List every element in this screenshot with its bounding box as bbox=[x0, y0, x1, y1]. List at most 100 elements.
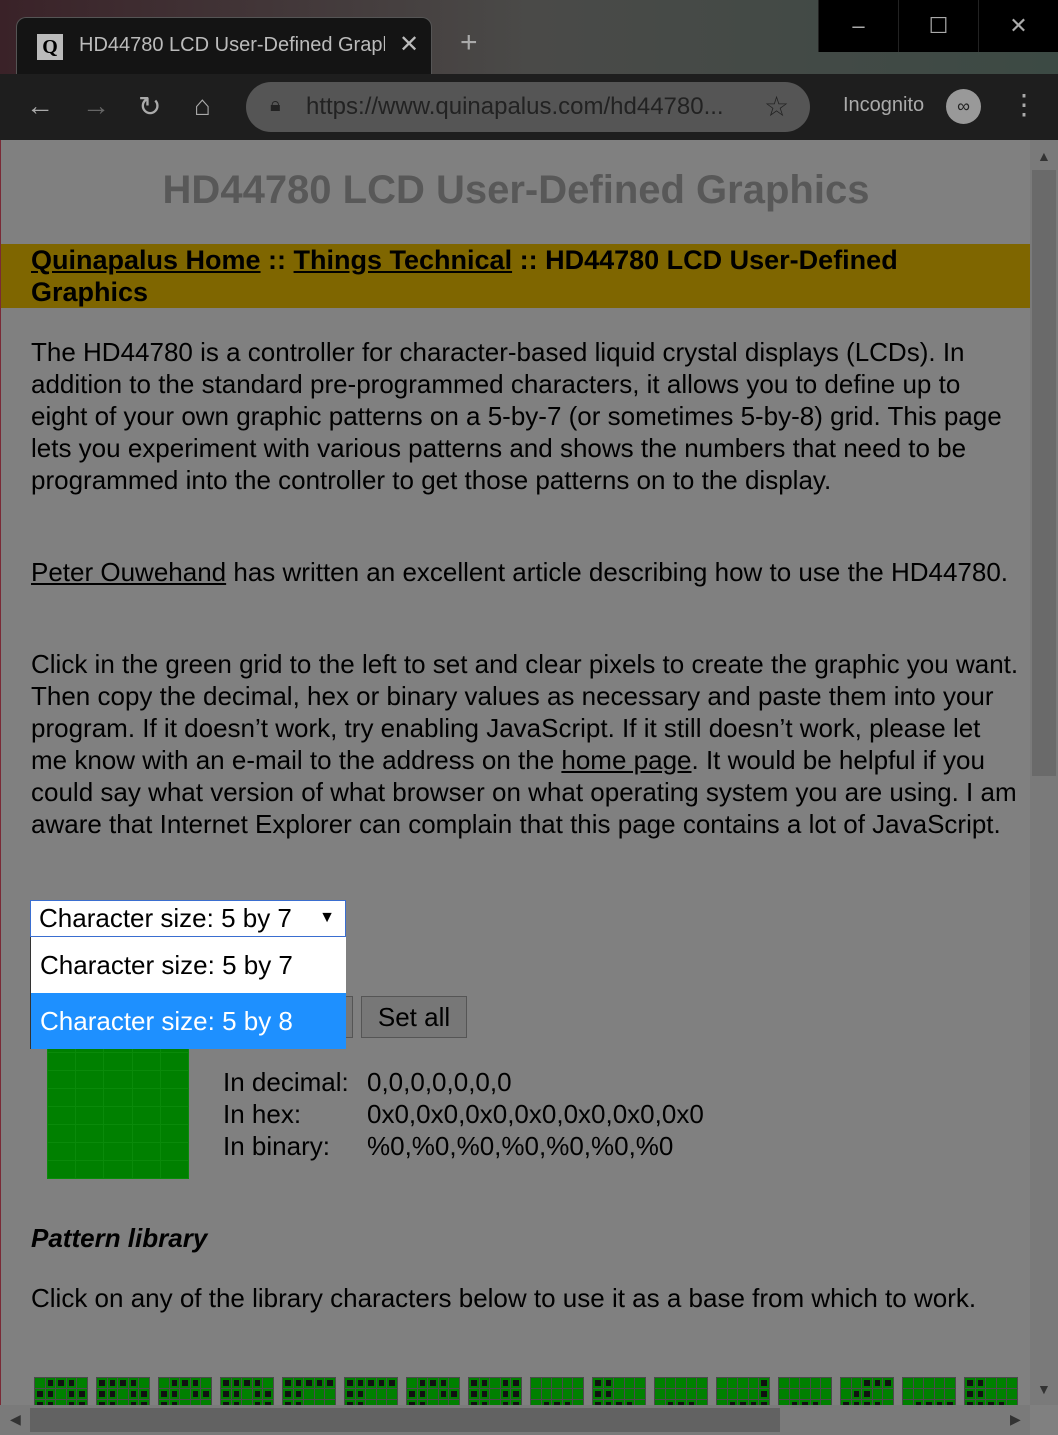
pixel-cell[interactable] bbox=[46, 1160, 77, 1179]
set-all-button[interactable]: Set all bbox=[361, 996, 467, 1038]
pixel-cell[interactable] bbox=[103, 1142, 133, 1161]
library-pixel bbox=[56, 1389, 66, 1399]
pixel-cell[interactable] bbox=[131, 1088, 161, 1107]
incognito-icon[interactable]: ∞ bbox=[946, 89, 981, 124]
pixel-cell[interactable] bbox=[159, 1106, 190, 1125]
library-pixel bbox=[665, 1378, 676, 1388]
library-character[interactable] bbox=[468, 1377, 522, 1405]
scroll-left-icon[interactable]: ◀ bbox=[10, 1411, 21, 1428]
library-character[interactable] bbox=[220, 1377, 274, 1405]
pixel-cell[interactable] bbox=[103, 1124, 133, 1143]
library-pixel bbox=[614, 1389, 624, 1399]
star-icon[interactable]: ☆ bbox=[764, 90, 789, 123]
library-character[interactable] bbox=[840, 1377, 894, 1405]
pixel-cell[interactable] bbox=[46, 1124, 77, 1143]
pixel-cell[interactable] bbox=[131, 1124, 161, 1143]
browser-tab[interactable]: Q HD44780 LCD User-Defined Graphics ✕ bbox=[16, 17, 432, 75]
option-5-by-8[interactable]: Character size: 5 by 8 bbox=[31, 993, 346, 1049]
instructions-paragraph: Click in the green grid to the left to s… bbox=[31, 648, 1021, 840]
library-character[interactable] bbox=[654, 1377, 708, 1405]
pixel-cell[interactable] bbox=[46, 1142, 77, 1161]
pixel-cell[interactable] bbox=[159, 1142, 190, 1161]
library-pixel bbox=[810, 1378, 821, 1388]
library-character[interactable] bbox=[716, 1377, 770, 1405]
home-icon[interactable]: ⌂ bbox=[194, 90, 211, 122]
decimal-label: In decimal: bbox=[223, 1067, 349, 1097]
library-pixel bbox=[469, 1378, 479, 1388]
pixel-cell[interactable] bbox=[75, 1142, 105, 1161]
pixel-cell[interactable] bbox=[46, 1052, 77, 1071]
library-character[interactable] bbox=[34, 1377, 88, 1405]
pixel-cell[interactable] bbox=[131, 1106, 161, 1125]
vertical-scroll-thumb[interactable] bbox=[1032, 170, 1056, 776]
pixel-cell[interactable] bbox=[75, 1160, 105, 1179]
pixel-cell[interactable] bbox=[75, 1070, 105, 1089]
address-bar[interactable]: 🔒︎ https://www.quinapalus.com/hd44780...… bbox=[246, 82, 810, 132]
peter-ouwehand-link[interactable]: Peter Ouwehand bbox=[31, 557, 226, 587]
pixel-cell[interactable] bbox=[75, 1052, 105, 1071]
minimize-icon[interactable]: – bbox=[818, 0, 898, 52]
home-page-link[interactable]: home page bbox=[561, 745, 691, 775]
library-character[interactable] bbox=[344, 1377, 398, 1405]
library-character[interactable] bbox=[964, 1377, 1018, 1405]
breadcrumb-home-link[interactable]: Quinapalus Home bbox=[31, 245, 261, 275]
favicon: Q bbox=[37, 34, 63, 60]
pixel-grid[interactable] bbox=[46, 1034, 190, 1179]
library-character[interactable] bbox=[96, 1377, 150, 1405]
library-character[interactable] bbox=[902, 1377, 956, 1405]
pixel-cell[interactable] bbox=[103, 1160, 133, 1179]
pixel-cell[interactable] bbox=[75, 1124, 105, 1143]
pixel-cell[interactable] bbox=[103, 1106, 133, 1125]
pixel-cell[interactable] bbox=[159, 1088, 190, 1107]
pixel-cell[interactable] bbox=[131, 1160, 161, 1179]
library-character[interactable] bbox=[592, 1377, 646, 1405]
pixel-cell[interactable] bbox=[131, 1052, 161, 1071]
pixel-cell[interactable] bbox=[75, 1088, 105, 1107]
pixel-cell[interactable] bbox=[159, 1124, 190, 1143]
pixel-cell[interactable] bbox=[46, 1106, 77, 1125]
pixel-cell[interactable] bbox=[131, 1070, 161, 1089]
scroll-right-icon[interactable]: ▶ bbox=[1010, 1411, 1021, 1428]
pixel-cell[interactable] bbox=[46, 1088, 77, 1107]
pixel-cell[interactable] bbox=[131, 1142, 161, 1161]
library-pixel bbox=[242, 1378, 252, 1388]
pixel-cell[interactable] bbox=[103, 1070, 133, 1089]
scroll-up-icon[interactable]: ▲ bbox=[1037, 148, 1051, 164]
pattern-library-heading: Pattern library bbox=[31, 1223, 208, 1253]
close-tab-icon[interactable]: ✕ bbox=[399, 30, 419, 59]
library-character[interactable] bbox=[778, 1377, 832, 1405]
character-size-select[interactable]: Character size: 5 by 7 ▼ bbox=[30, 900, 346, 937]
library-character[interactable] bbox=[530, 1377, 584, 1405]
library-character[interactable] bbox=[406, 1377, 460, 1405]
new-tab-icon[interactable]: + bbox=[460, 26, 478, 60]
library-pixel bbox=[511, 1389, 521, 1399]
maximize-icon[interactable]: ☐ bbox=[898, 0, 978, 52]
library-pixel bbox=[872, 1389, 883, 1399]
breadcrumb-things-link[interactable]: Things Technical bbox=[294, 245, 513, 275]
back-icon[interactable]: ← bbox=[26, 90, 54, 122]
library-pixel bbox=[945, 1378, 955, 1388]
pixel-cell[interactable] bbox=[75, 1106, 105, 1125]
library-character[interactable] bbox=[282, 1377, 336, 1405]
pixel-cell[interactable] bbox=[46, 1070, 77, 1089]
forward-icon[interactable]: → bbox=[82, 90, 110, 122]
pixel-cell[interactable] bbox=[159, 1070, 190, 1089]
scroll-down-icon[interactable]: ▼ bbox=[1037, 1381, 1051, 1397]
library-pixel bbox=[697, 1389, 707, 1399]
pixel-cell[interactable] bbox=[103, 1088, 133, 1107]
library-pixel bbox=[242, 1389, 252, 1399]
close-window-icon[interactable]: ✕ bbox=[978, 0, 1058, 52]
dropdown-arrow-icon: ▼ bbox=[319, 909, 335, 926]
pixel-cell[interactable] bbox=[103, 1052, 133, 1071]
library-pixel bbox=[800, 1378, 810, 1388]
library-character[interactable] bbox=[158, 1377, 212, 1405]
pixel-cell[interactable] bbox=[159, 1052, 190, 1071]
library-pixel bbox=[169, 1378, 180, 1388]
menu-icon[interactable]: ⋮ bbox=[1010, 88, 1038, 121]
option-5-by-7[interactable]: Character size: 5 by 7 bbox=[31, 937, 346, 993]
reload-icon[interactable]: ↻ bbox=[138, 90, 161, 123]
pixel-cell[interactable] bbox=[159, 1160, 190, 1179]
horizontal-scroll-thumb[interactable] bbox=[30, 1408, 780, 1432]
library-pixel bbox=[562, 1378, 573, 1388]
library-pixel bbox=[655, 1378, 665, 1388]
